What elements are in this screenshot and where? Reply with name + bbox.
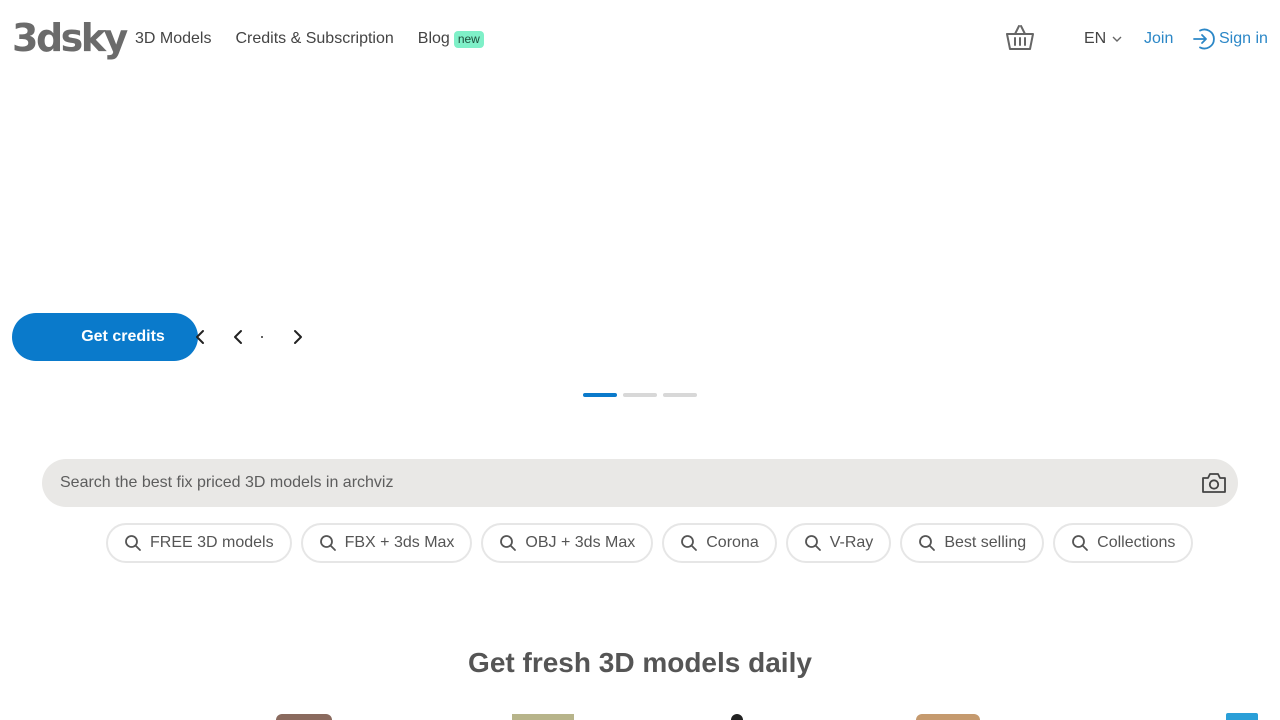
slider-pagination [583, 393, 703, 397]
search-icon [319, 535, 336, 551]
chip-label: FBX + 3ds Max [344, 534, 455, 551]
nav-3d-models-label: 3D Models [135, 30, 212, 47]
site-header: 3dsky 3D Models Credits & Subscription B… [0, 0, 1280, 80]
search-bar [42, 459, 1238, 507]
new-badge: new [453, 30, 484, 48]
chip-corona[interactable]: Corona [662, 523, 777, 563]
sign-in-icon [1193, 28, 1215, 50]
model-thumbnail[interactable] [512, 714, 574, 720]
chip-fbx-3ds-max[interactable]: FBX + 3ds Max [300, 523, 473, 563]
logo[interactable]: 3dsky [12, 16, 128, 60]
search-input[interactable] [60, 459, 1180, 507]
chip-label: V-Ray [829, 534, 874, 551]
sign-in-link[interactable]: Sign in [1191, 27, 1268, 51]
camera-search-icon[interactable] [1200, 470, 1228, 496]
model-thumbnail[interactable] [916, 714, 980, 720]
chip-free-3d-models[interactable]: FREE 3D models [106, 523, 292, 563]
nav-blog[interactable]: Blog new [418, 29, 484, 49]
chip-label: Collections [1097, 534, 1176, 551]
model-thumbnail[interactable] [276, 714, 332, 720]
next-slide-icon[interactable] [290, 328, 306, 346]
cart-icon[interactable] [1004, 22, 1036, 54]
nav-credits-label: Credits & Subscription [235, 30, 394, 47]
nav-credits-subscription[interactable]: Credits & Subscription [235, 29, 393, 49]
search-icon [804, 535, 821, 551]
chevron-down-icon [1112, 36, 1122, 42]
chip-label: Best selling [944, 534, 1027, 551]
slide-indicator-2[interactable] [623, 393, 657, 397]
chip-v-ray[interactable]: V-Ray [785, 523, 892, 563]
search-icon [919, 535, 936, 551]
chip-collections[interactable]: Collections [1053, 523, 1194, 563]
chip-label: OBJ + 3ds Max [525, 534, 636, 551]
search-icon [681, 535, 698, 551]
slide-dot-marker [261, 336, 263, 338]
quick-filters: FREE 3D models FBX + 3ds Max OBJ + 3ds M… [106, 523, 1202, 563]
chip-label: FREE 3D models [150, 534, 274, 551]
get-credits-button[interactable]: Get credits [12, 313, 198, 361]
search-icon [1072, 535, 1089, 551]
model-thumbnail[interactable] [731, 714, 743, 720]
section-title: Get fresh 3D models daily [468, 647, 812, 678]
prev-slide-icon[interactable] [230, 328, 246, 346]
language-label: EN [1084, 30, 1107, 47]
join-link[interactable]: Join [1144, 29, 1173, 49]
sign-in-label: Sign in [1219, 30, 1268, 47]
slide-indicator-3[interactable] [663, 393, 697, 397]
main-nav: 3D Models Credits & Subscription Blog ne… [135, 29, 508, 49]
nav-3d-models[interactable]: 3D Models [135, 29, 211, 49]
chevron-left-icon[interactable] [192, 328, 208, 346]
nav-blog-label: Blog [417, 30, 450, 47]
chip-obj-3ds-max[interactable]: OBJ + 3ds Max [481, 523, 654, 563]
scroll-to-top-button[interactable] [1226, 713, 1258, 720]
chip-best-selling[interactable]: Best selling [900, 523, 1045, 563]
search-icon [500, 535, 517, 551]
slide-indicator-1[interactable] [583, 393, 617, 397]
search-icon [125, 535, 141, 551]
chip-label: Corona [706, 534, 759, 551]
language-selector[interactable]: EN [1084, 29, 1122, 49]
